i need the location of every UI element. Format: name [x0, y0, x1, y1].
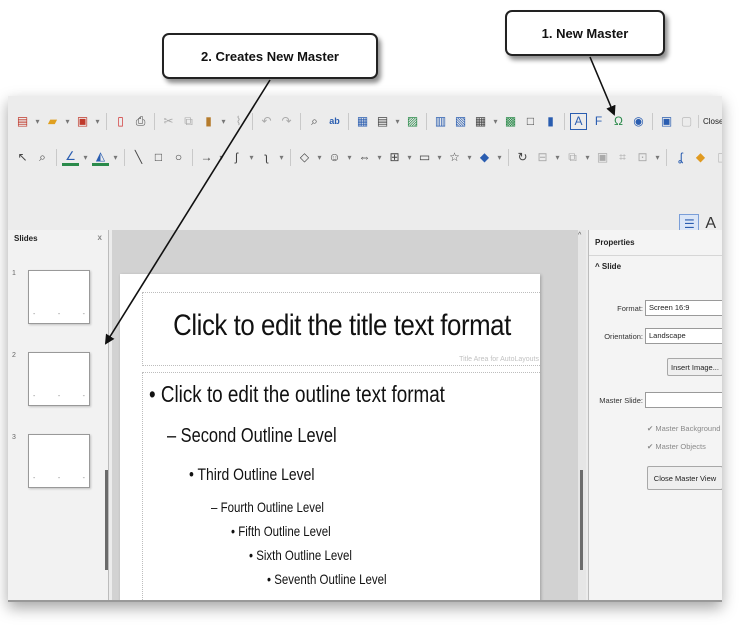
annotation-arrows [104, 56, 616, 345]
arrow-to-new-master [589, 56, 616, 116]
arrow-to-thumbnail [104, 79, 271, 345]
